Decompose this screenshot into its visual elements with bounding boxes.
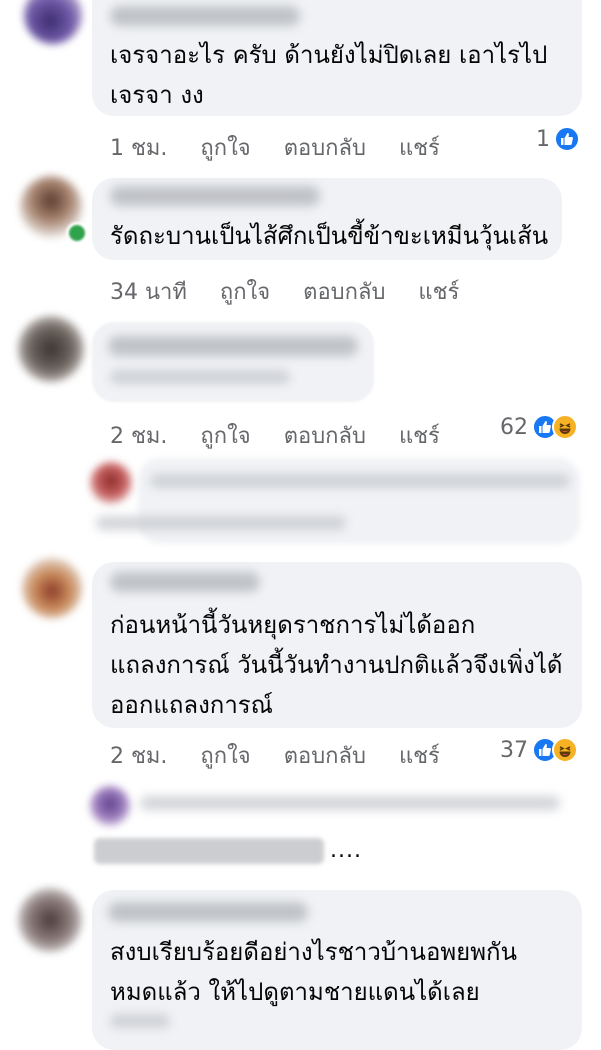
- commenter-name[interactable]: [110, 186, 320, 206]
- commenter-name[interactable]: [108, 336, 358, 356]
- comment-time[interactable]: 34 นาที: [110, 280, 187, 305]
- avatar[interactable]: [22, 558, 82, 618]
- haha-reaction-icon: [552, 737, 578, 763]
- reaction-count: 62: [500, 414, 528, 440]
- like-action[interactable]: ถูกใจ: [220, 280, 270, 305]
- comment-time[interactable]: 1 ชม.: [110, 136, 167, 161]
- reply-action[interactable]: ตอบกลับ: [303, 280, 385, 305]
- commenter-name[interactable]: [110, 6, 300, 26]
- reaction-summary[interactable]: 37: [500, 734, 578, 766]
- comment-text: เจรจาอะไร ครับ ด้านยังไม่ปิดเลย เอาไรไป: [110, 41, 548, 69]
- reaction-count: 1: [536, 126, 550, 152]
- like-action[interactable]: ถูกใจ: [200, 424, 250, 449]
- commenter-name[interactable]: [110, 572, 260, 592]
- avatar[interactable]: [18, 888, 82, 952]
- comment-text: ออกแถลงการณ์: [110, 691, 273, 719]
- blurred-comment-text: [110, 1014, 170, 1028]
- avatar[interactable]: [90, 786, 130, 826]
- comment-text: แถลงการณ์ วันนี้วันทำงานปกติแล้วจึงเพิ่ง…: [110, 651, 563, 679]
- comment-text: เจรจา งง: [110, 81, 204, 109]
- haha-reaction-icon: [552, 414, 578, 440]
- commenter-name[interactable]: [108, 902, 308, 922]
- comment-time[interactable]: 2 ชม.: [110, 424, 167, 449]
- comment-meta: 34 นาที ถูกใจ ตอบกลับ แชร์: [110, 274, 459, 309]
- comment-time[interactable]: 2 ชม.: [110, 744, 167, 769]
- avatar[interactable]: [90, 462, 132, 504]
- like-action[interactable]: ถูกใจ: [200, 136, 250, 161]
- like-reaction-icon: [554, 126, 580, 152]
- reply-action[interactable]: ตอบกลับ: [284, 744, 366, 769]
- view-replies-ellipsis[interactable]: ....: [330, 838, 362, 863]
- reply-action[interactable]: ตอบกลับ: [284, 424, 366, 449]
- blurred-comment-text: [110, 370, 290, 384]
- reply-bubble: [138, 458, 580, 544]
- like-action[interactable]: ถูกใจ: [200, 744, 250, 769]
- comment-text: สงบเรียบร้อยดีอย่างไรชาวบ้านอพยพกัน: [110, 938, 517, 966]
- comment-meta: 2 ชม. ถูกใจ ตอบกลับ แชร์: [110, 738, 440, 773]
- reaction-count: 37: [500, 737, 528, 763]
- blurred-reply-text: [140, 796, 560, 810]
- share-action[interactable]: แชร์: [418, 280, 459, 305]
- comment-bubble: [92, 322, 374, 402]
- share-action[interactable]: แชร์: [399, 424, 440, 449]
- blurred-reply-text: [150, 474, 570, 488]
- blurred-reply-text: [96, 516, 346, 530]
- share-action[interactable]: แชร์: [399, 744, 440, 769]
- comment-text: ก่อนหน้านี้วันหยุดราชการไม่ได้ออก: [110, 611, 476, 639]
- share-action[interactable]: แชร์: [399, 136, 440, 161]
- avatar[interactable]: [24, 0, 82, 44]
- reaction-summary[interactable]: 62: [500, 411, 578, 443]
- reply-action[interactable]: ตอบกลับ: [284, 136, 366, 161]
- online-status-dot: [66, 222, 88, 244]
- avatar[interactable]: [18, 316, 84, 382]
- comment-meta: 2 ชม. ถูกใจ ตอบกลับ แชร์: [110, 418, 440, 453]
- reaction-summary[interactable]: 1: [536, 123, 580, 155]
- comment-text: หมดแล้ว ให้ไปดูตามชายแดนได้เลย: [110, 978, 480, 1006]
- comment-text: รัดถะบานเป็นไส้ศึกเป็นขี้ข้าขะเหมีนวุ้นเ…: [110, 222, 549, 250]
- view-replies-link[interactable]: [94, 838, 324, 864]
- comment-meta: 1 ชม. ถูกใจ ตอบกลับ แชร์: [110, 130, 440, 165]
